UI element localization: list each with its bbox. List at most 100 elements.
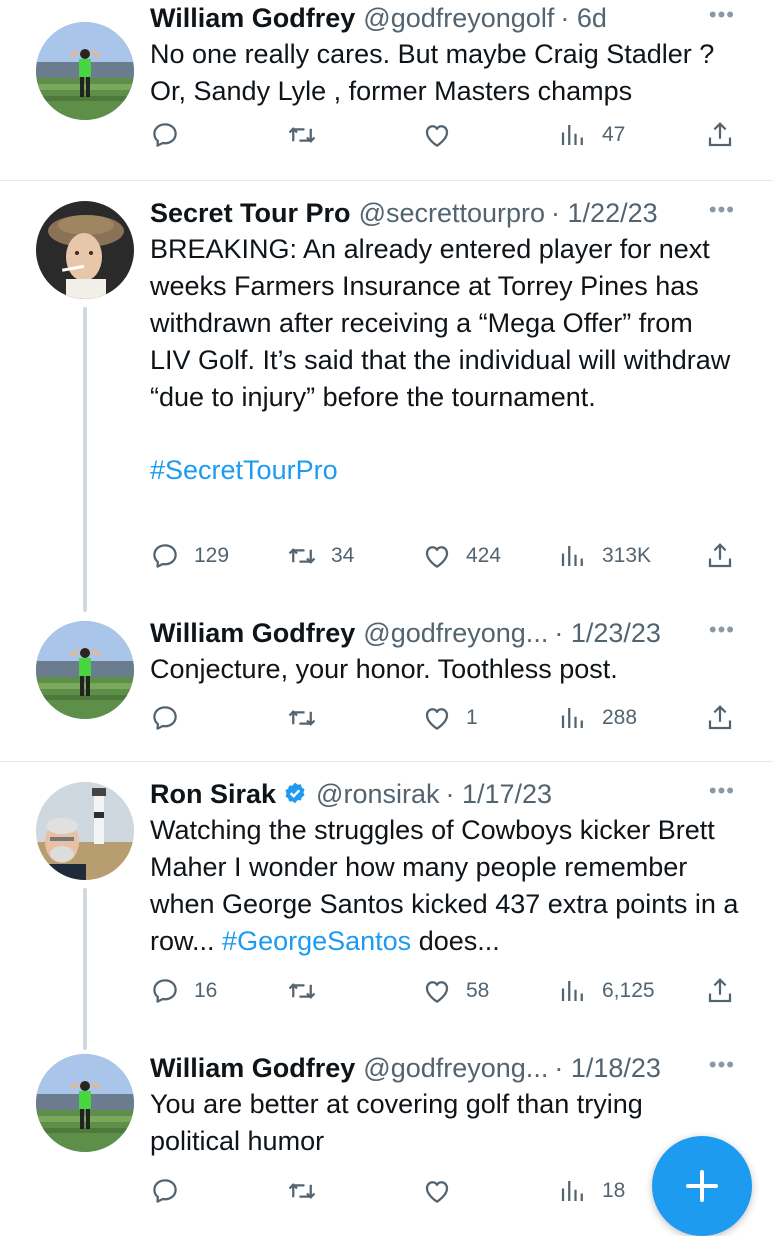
retweet-count: 34	[331, 544, 355, 567]
display-name[interactable]: William Godfrey	[150, 1050, 355, 1086]
like-icon	[422, 976, 452, 1006]
like-button[interactable]: 424	[422, 541, 501, 571]
tweet-text: Conjecture, your honor. Toothless post.	[150, 654, 618, 684]
share-button[interactable]	[705, 120, 735, 150]
display-name[interactable]: William Godfrey	[150, 0, 355, 36]
display-name[interactable]: Ron Sirak	[150, 776, 276, 812]
handle[interactable]: @ronsirak	[316, 776, 439, 812]
timestamp[interactable]: · 6d	[560, 0, 607, 36]
thread-line	[83, 888, 87, 1050]
retweet-button[interactable]: 34	[287, 541, 354, 571]
like-icon	[422, 703, 452, 733]
timestamp[interactable]: · 1/17/23	[446, 776, 553, 812]
views-button[interactable]: 313K	[558, 541, 651, 571]
like-button[interactable]	[422, 1176, 466, 1206]
views-icon	[558, 541, 588, 571]
views-button[interactable]: 18	[558, 1176, 625, 1206]
tweet-4[interactable]: Ron Sirak @ronsirak · 1/17/23 Watching t…	[0, 762, 773, 1050]
share-button[interactable]	[705, 703, 735, 733]
handle[interactable]: @godfreyong...	[363, 615, 548, 651]
views-count: 313K	[602, 544, 652, 567]
like-button[interactable]: 58	[422, 976, 489, 1006]
share-button[interactable]	[705, 541, 735, 571]
tweet-text-block: Watching the struggles of Cowboys kicker…	[150, 812, 740, 960]
tweet-actions: 129 34 424 313K	[0, 541, 773, 581]
tweet-actions: 16 58 6,125	[0, 976, 773, 1016]
tweet-actions: 1 288	[0, 703, 773, 743]
reply-count: 129	[194, 544, 230, 567]
hashtag-link[interactable]: #GeorgeSantos	[222, 926, 411, 956]
more-icon[interactable]: •••	[709, 2, 735, 28]
views-icon	[558, 120, 588, 150]
retweet-icon	[287, 703, 317, 733]
handle[interactable]: @secrettourpro	[359, 195, 545, 231]
tweet-actions: 47	[0, 120, 773, 160]
tweet-text: No one really cares. But maybe Craig Sta…	[150, 39, 715, 106]
timestamp[interactable]: · 1/18/23	[554, 1050, 661, 1086]
avatar-image	[36, 22, 134, 120]
tweet-header: Secret Tour Pro @secrettourpro · 1/22/23	[150, 195, 740, 231]
handle[interactable]: @godfreyong...	[363, 1050, 548, 1086]
avatar[interactable]	[36, 1054, 134, 1152]
tweet-1[interactable]: William Godfrey @godfreyongolf · 6d No o…	[0, 0, 773, 180]
more-icon[interactable]: •••	[709, 778, 735, 804]
views-icon	[558, 703, 588, 733]
views-button[interactable]: 6,125	[558, 976, 655, 1006]
avatar-image	[36, 782, 134, 880]
more-icon[interactable]: •••	[709, 197, 735, 223]
tweet-text: BREAKING: An already entered player for …	[150, 234, 731, 412]
reply-button[interactable]	[150, 1176, 194, 1206]
tweet-header: William Godfrey @godfreyong... · 1/18/23	[150, 1050, 740, 1086]
views-count: 288	[602, 706, 638, 729]
like-icon	[422, 1176, 452, 1206]
timestamp[interactable]: · 1/22/23	[551, 195, 658, 231]
reply-icon	[150, 1176, 180, 1206]
reply-icon	[150, 541, 180, 571]
like-count: 58	[466, 979, 490, 1002]
retweet-icon	[287, 1176, 317, 1206]
retweet-button[interactable]	[287, 120, 331, 150]
views-icon	[558, 1176, 588, 1206]
reply-button[interactable]	[150, 703, 194, 733]
share-icon	[705, 976, 735, 1006]
like-button[interactable]	[422, 120, 466, 150]
compose-button[interactable]	[652, 1136, 752, 1236]
retweet-button[interactable]	[287, 703, 331, 733]
tweet-header: William Godfrey @godfreyong... · 1/23/23	[150, 615, 740, 651]
like-count: 1	[466, 706, 478, 729]
views-button[interactable]: 288	[558, 703, 637, 733]
timestamp[interactable]: · 1/23/23	[554, 615, 661, 651]
avatar[interactable]	[36, 782, 134, 880]
reply-button[interactable]	[150, 120, 194, 150]
tweet-header: Ron Sirak @ronsirak · 1/17/23	[150, 776, 740, 812]
tweet-3[interactable]: William Godfrey @godfreyong... · 1/23/23…	[0, 601, 773, 761]
like-button[interactable]: 1	[422, 703, 478, 733]
retweet-button[interactable]	[287, 1176, 331, 1206]
retweet-icon	[287, 541, 317, 571]
like-icon	[422, 541, 452, 571]
retweet-icon	[287, 120, 317, 150]
tweet-2[interactable]: Secret Tour Pro @secrettourpro · 1/22/23…	[0, 181, 773, 612]
avatar-image	[36, 201, 134, 299]
views-button[interactable]: 47	[558, 120, 625, 150]
reply-button[interactable]: 129	[150, 541, 229, 571]
compose-icon	[686, 1170, 718, 1202]
reply-button[interactable]: 16	[150, 976, 217, 1006]
handle[interactable]: @godfreyongolf	[363, 0, 554, 36]
avatar[interactable]	[36, 201, 134, 299]
hashtag-link[interactable]: #SecretTourPro	[150, 455, 338, 485]
reply-icon	[150, 703, 180, 733]
share-icon	[705, 541, 735, 571]
views-count: 6,125	[602, 979, 655, 1002]
avatar-image	[36, 1054, 134, 1152]
avatar[interactable]	[36, 22, 134, 120]
share-button[interactable]	[705, 976, 735, 1006]
tweet-text-tail: does...	[418, 926, 500, 956]
tweet-header: William Godfrey @godfreyongolf · 6d	[150, 0, 740, 36]
reply-count: 16	[194, 979, 218, 1002]
display-name[interactable]: Secret Tour Pro	[150, 195, 351, 231]
more-icon[interactable]: •••	[709, 1052, 735, 1078]
more-icon[interactable]: •••	[709, 617, 735, 643]
display-name[interactable]: William Godfrey	[150, 615, 355, 651]
retweet-button[interactable]	[287, 976, 331, 1006]
